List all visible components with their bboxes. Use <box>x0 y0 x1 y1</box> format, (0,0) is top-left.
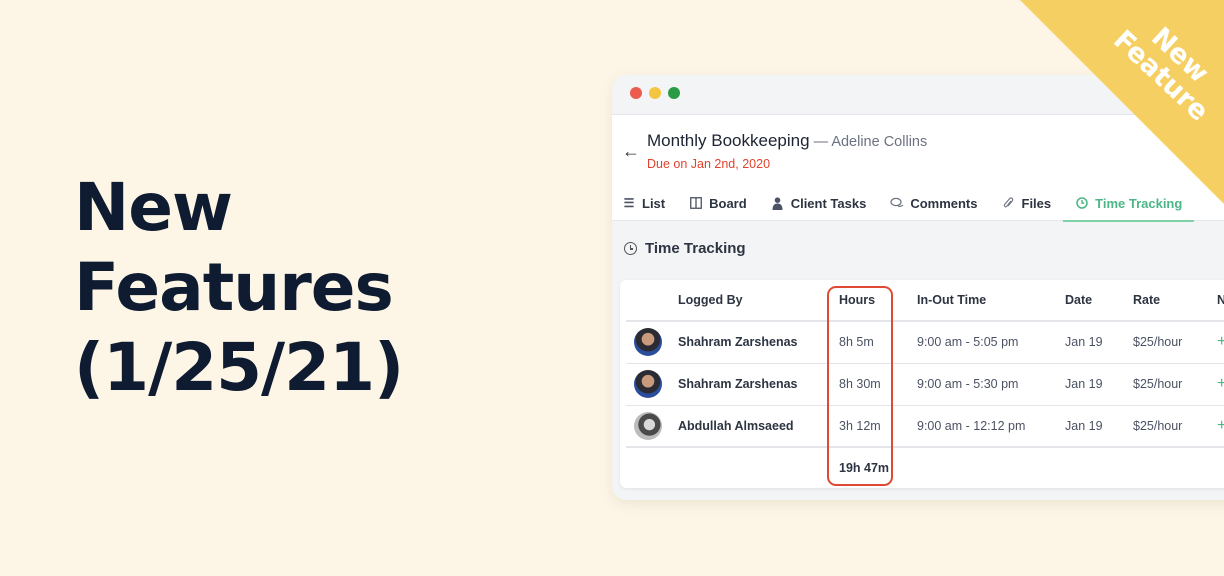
rate-cell: $25/hour <box>1133 405 1217 448</box>
column-header-logged-by[interactable]: Logged By <box>678 280 833 322</box>
avatar <box>634 370 662 398</box>
hours-cell: 8h 5m <box>833 321 917 364</box>
add-note-icon[interactable]: + <box>1217 333 1224 350</box>
time-tracking-card: Logged By Hours In-Out Time Date Rate No… <box>620 280 1224 488</box>
in-out-time-cell: 9:00 am - 12:12 pm <box>917 405 1065 448</box>
list-icon: ☰ <box>623 196 635 210</box>
rate-cell: $25/hour <box>1133 363 1217 406</box>
avatar <box>634 411 662 440</box>
hero-heading: New Features (1/25/21) <box>74 168 404 408</box>
minimize-window-button[interactable] <box>649 87 661 99</box>
tab-comments[interactable]: Comments <box>878 185 989 221</box>
window-titlebar <box>612 75 1224 115</box>
in-out-time-cell: 9:00 am - 5:30 pm <box>917 363 1065 406</box>
table-row: Abdullah Almsaeed 3h 12m 9:00 am - 12:12… <box>626 405 1224 448</box>
clock-icon <box>624 242 637 255</box>
avatar <box>634 328 662 357</box>
app-window: ← Monthly Bookkeeping — Adeline Collins … <box>612 75 1224 500</box>
total-hours: 19h 47m <box>839 460 890 475</box>
table-row: Shahram Zarshenas 8h 30m 9:00 am - 5:30 … <box>626 363 1224 406</box>
tab-board[interactable]: Board <box>677 185 759 221</box>
column-header-notes[interactable]: No <box>1217 280 1224 322</box>
logged-by-cell: Shahram Zarshenas <box>678 321 833 364</box>
client-name: Adeline Collins <box>831 134 928 150</box>
hours-cell: 3h 12m <box>833 405 917 448</box>
table-row: Shahram Zarshenas 8h 5m 9:00 am - 5:05 p… <box>626 321 1224 364</box>
date-cell: Jan 19 <box>1065 405 1133 448</box>
add-note-icon[interactable]: + <box>1217 375 1224 392</box>
column-header-date[interactable]: Date <box>1065 280 1133 322</box>
clock-icon <box>1075 197 1089 209</box>
tab-label: Board <box>709 195 747 211</box>
date-cell: Jan 19 <box>1065 363 1133 406</box>
paperclip-icon <box>1002 196 1016 210</box>
date-cell: Jan 19 <box>1065 321 1133 364</box>
hours-cell: 8h 30m <box>833 363 917 406</box>
tab-label: Time Tracking <box>1095 195 1183 211</box>
close-window-button[interactable] <box>630 87 642 99</box>
title-separator: — <box>809 134 832 150</box>
section-title-text: Time Tracking <box>645 240 746 257</box>
hero-line-2: Features <box>74 249 394 326</box>
user-icon <box>771 196 785 210</box>
time-tracking-table: Logged By Hours In-Out Time Date Rate No… <box>626 280 1224 487</box>
maximize-window-button[interactable] <box>668 87 680 99</box>
tab-time-tracking[interactable]: Time Tracking <box>1063 185 1195 222</box>
task-tabs: ☰ List Board Client Tasks Comments Files… <box>612 185 1195 222</box>
task-title-row: Monthly Bookkeeping — Adeline Collins <box>647 131 927 151</box>
rate-cell: $25/hour <box>1133 321 1217 364</box>
board-icon <box>689 197 703 209</box>
due-date: Due on Jan 2nd, 2020 <box>647 157 771 171</box>
logged-by-cell: Shahram Zarshenas <box>678 363 833 406</box>
total-row: 19h 47m <box>626 447 1224 487</box>
column-header-rate[interactable]: Rate <box>1133 280 1217 322</box>
hero-line-3: (1/25/21) <box>74 329 404 406</box>
tab-files[interactable]: Files <box>990 185 1064 221</box>
comments-icon <box>890 197 904 209</box>
hero-line-1: New <box>74 169 233 246</box>
tab-label: Files <box>1021 195 1052 211</box>
logged-by-cell: Abdullah Almsaeed <box>678 405 833 448</box>
task-header: ← Monthly Bookkeeping — Adeline Collins … <box>612 115 1224 222</box>
tab-label: List <box>642 195 666 211</box>
avatar-column-header <box>626 280 678 322</box>
section-title: Time Tracking <box>624 240 746 257</box>
table-header-row: Logged By Hours In-Out Time Date Rate No <box>626 280 1224 322</box>
in-out-time-cell: 9:00 am - 5:05 pm <box>917 321 1065 364</box>
column-header-in-out-time[interactable]: In-Out Time <box>917 280 1065 322</box>
tab-list[interactable]: ☰ List <box>612 185 677 221</box>
column-header-hours[interactable]: Hours <box>833 280 917 322</box>
tab-client-tasks[interactable]: Client Tasks <box>759 185 879 221</box>
task-title: Monthly Bookkeeping <box>647 131 810 150</box>
back-arrow-icon[interactable]: ← <box>622 141 640 162</box>
tab-label: Comments <box>910 195 978 211</box>
tab-label: Client Tasks <box>790 195 867 211</box>
add-note-icon[interactable]: + <box>1217 417 1224 434</box>
